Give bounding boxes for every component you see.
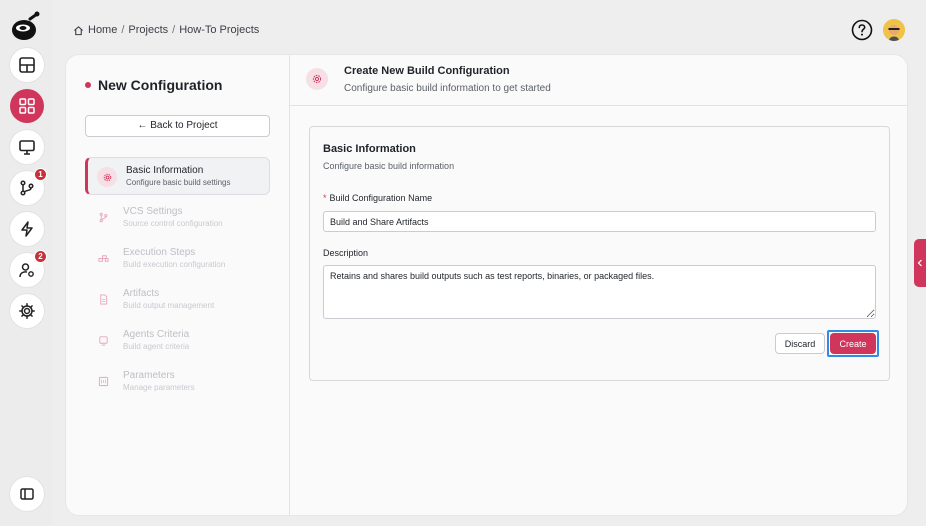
build-config-name-input[interactable] xyxy=(323,211,876,232)
agent-icon xyxy=(98,335,108,346)
step-subtitle: Build execution configuration xyxy=(123,260,226,269)
step-title: Parameters xyxy=(123,370,175,381)
step-subtitle: Configure basic build settings xyxy=(126,178,231,187)
step-title: VCS Settings xyxy=(123,206,183,217)
required-mark: * xyxy=(323,193,327,203)
step-subtitle: Manage parameters xyxy=(123,383,195,392)
step-subtitle: Build output management xyxy=(123,301,215,310)
rail-merge-button[interactable]: 1 xyxy=(10,168,47,205)
chevron-left-icon xyxy=(917,259,922,267)
app-logo-icon[interactable] xyxy=(10,10,42,42)
step-title: Agents Criteria xyxy=(123,329,190,340)
step-icon-wrap xyxy=(93,330,113,350)
breadcrumb-projects[interactable]: Projects xyxy=(128,24,168,36)
steps-sidebar: New Configuration ← Back to Project Basi… xyxy=(66,55,290,515)
form-header: Create New Build Configuration Configure… xyxy=(290,55,907,106)
page-title: New Configuration xyxy=(85,77,222,93)
step-icon-wrap xyxy=(93,207,113,227)
breadcrumb-home[interactable]: Home xyxy=(88,24,117,36)
merge-badge: 1 xyxy=(34,168,47,181)
form-area: Create New Build Configuration Configure… xyxy=(290,55,907,515)
help-icon xyxy=(851,19,873,41)
breadcrumb-current: How-To Projects xyxy=(179,24,260,36)
user-avatar-icon xyxy=(883,19,905,41)
step-icon-wrap xyxy=(93,289,113,309)
grid-icon xyxy=(19,98,35,114)
step-vcs-settings[interactable]: VCS Settings Source control configuratio… xyxy=(85,198,270,236)
merge-icon xyxy=(20,180,34,196)
step-agents-criteria[interactable]: Agents Criteria Build agent criteria xyxy=(85,321,270,359)
step-execution-steps[interactable]: Execution Steps Build execution configur… xyxy=(85,239,270,277)
header-icon-wrap xyxy=(306,68,328,90)
help-button[interactable] xyxy=(851,19,873,41)
rail-layout-button[interactable] xyxy=(10,48,44,82)
step-title: Execution Steps xyxy=(123,247,196,258)
step-parameters[interactable]: Parameters Manage parameters xyxy=(85,362,270,400)
rail-settings-button[interactable] xyxy=(10,294,44,328)
rail-collapse-button[interactable] xyxy=(10,477,44,511)
step-icon-wrap xyxy=(93,371,113,391)
section-title: Basic Information xyxy=(323,143,416,155)
page-title-text: New Configuration xyxy=(98,77,223,93)
form-header-subtitle: Configure basic build information to get… xyxy=(344,83,551,94)
main-panel: New Configuration ← Back to Project Basi… xyxy=(65,54,908,516)
rail-bolt-button[interactable] xyxy=(10,212,44,246)
name-label: * Build Configuration Name xyxy=(323,193,432,203)
bolt-icon xyxy=(21,221,33,237)
step-artifacts[interactable]: Artifacts Build output management xyxy=(85,280,270,318)
nav-rail: 1 2 xyxy=(0,0,52,526)
avatar[interactable] xyxy=(883,19,905,41)
side-drawer-toggle[interactable] xyxy=(914,239,926,287)
user-settings-icon xyxy=(19,263,34,278)
layout-icon xyxy=(19,57,35,73)
step-title: Artifacts xyxy=(123,288,160,299)
section-subtitle: Configure basic build information xyxy=(323,161,455,171)
step-icon-wrap xyxy=(97,167,117,187)
gear-icon xyxy=(19,303,35,319)
description-label: Description xyxy=(323,248,369,258)
form-header-title: Create New Build Configuration xyxy=(344,65,510,77)
create-button-focus-ring: Create xyxy=(827,330,879,357)
sidebar-toggle-icon xyxy=(20,488,34,500)
steps-icon xyxy=(97,254,109,262)
step-basic-information[interactable]: Basic Information Configure basic build … xyxy=(85,157,270,195)
discard-button[interactable]: Discard xyxy=(775,333,825,354)
breadcrumb-separator: / xyxy=(172,24,176,36)
breadcrumb: Home / Projects / How-To Projects xyxy=(73,24,259,36)
branch-icon xyxy=(99,212,107,222)
home-icon[interactable] xyxy=(73,25,84,36)
monitor-icon xyxy=(19,140,35,155)
rail-projects-button[interactable] xyxy=(10,89,44,123)
step-title: Basic Information xyxy=(126,165,204,176)
rail-monitor-button[interactable] xyxy=(10,130,44,164)
step-subtitle: Source control configuration xyxy=(123,219,223,228)
users-badge: 2 xyxy=(34,250,47,263)
rail-users-button[interactable]: 2 xyxy=(10,250,47,287)
breadcrumb-separator: / xyxy=(121,24,125,36)
name-label-text: Build Configuration Name xyxy=(329,193,433,203)
create-button[interactable]: Create xyxy=(830,333,876,354)
file-icon xyxy=(99,293,107,305)
description-textarea[interactable]: Retains and shares build outputs such as… xyxy=(323,265,876,319)
steps-list: Basic Information Configure basic build … xyxy=(85,157,270,403)
gear-icon xyxy=(103,173,111,181)
parameters-icon xyxy=(98,376,108,386)
title-dot xyxy=(85,82,91,88)
step-subtitle: Build agent criteria xyxy=(123,342,190,351)
basic-information-card: Basic Information Configure basic build … xyxy=(309,126,890,381)
back-to-project-button[interactable]: ← Back to Project xyxy=(85,115,270,137)
gear-icon xyxy=(312,74,322,84)
step-icon-wrap xyxy=(93,248,113,268)
